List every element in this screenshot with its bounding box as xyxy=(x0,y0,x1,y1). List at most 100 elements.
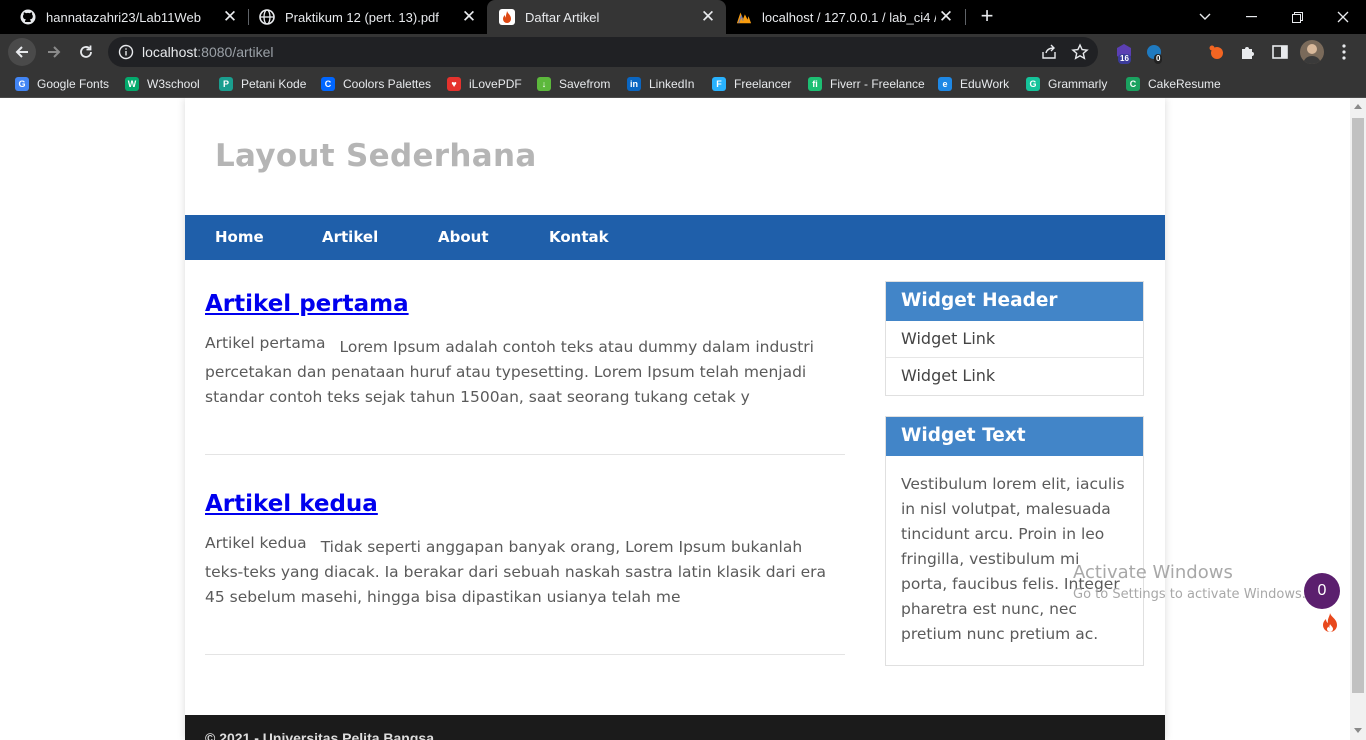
forward-button[interactable] xyxy=(40,38,68,66)
bookmark-savefrom[interactable]: ↓ Savefrom xyxy=(537,76,610,92)
extension-icon[interactable]: 16 xyxy=(1114,42,1134,64)
extension-icon[interactable]: 0 xyxy=(1144,42,1164,64)
nav-home-link[interactable]: Home xyxy=(215,228,264,246)
github-icon xyxy=(20,9,36,25)
notification-bubble[interactable]: 0 xyxy=(1304,573,1340,609)
codeigniter-icon xyxy=(499,9,515,25)
article-entry: Artikel kedua Artikel kedua Tidak seperti… xyxy=(205,491,845,610)
flame-icon[interactable] xyxy=(1320,612,1340,639)
tab-search-button[interactable] xyxy=(1182,0,1228,34)
page-scrollbar[interactable] xyxy=(1350,98,1366,740)
linkedin-icon: in xyxy=(627,77,641,91)
fiverr-icon: fi xyxy=(808,77,822,91)
reload-button[interactable] xyxy=(72,38,100,66)
savefrom-icon: ↓ xyxy=(537,77,551,91)
site-title: Layout Sederhana xyxy=(215,138,537,174)
address-bar[interactable]: localhost:8080/artikel xyxy=(108,37,1098,67)
new-tab-button[interactable]: + xyxy=(976,5,998,27)
share-icon[interactable] xyxy=(1040,43,1058,66)
chevron-down-icon xyxy=(1199,13,1211,20)
bookmark-eduwork[interactable]: e EduWork xyxy=(938,76,1009,92)
site-footer: © 2021 - Universitas Pelita Bangsa xyxy=(185,715,1165,740)
bookmark-fiverr[interactable]: fi Fiverr - Freelance xyxy=(808,76,925,92)
article-image-alt: Artikel kedua xyxy=(205,534,307,552)
extension-badge: 0 xyxy=(1154,54,1163,64)
url-text[interactable]: localhost:8080/artikel xyxy=(142,44,274,60)
google-fonts-icon: G xyxy=(15,77,29,91)
side-panel-icon[interactable] xyxy=(1270,42,1290,62)
broken-image-icon: Artikel pertama xyxy=(205,334,325,352)
widget-header: Widget Text xyxy=(886,417,1143,456)
star-icon[interactable] xyxy=(1071,43,1089,66)
widget-header: Widget Header xyxy=(886,282,1143,321)
article-body: Artikel pertama Lorem Ipsum adalah contoh… xyxy=(205,334,845,410)
globe-icon xyxy=(259,9,275,25)
bookmark-grammarly[interactable]: G Grammarly xyxy=(1026,76,1107,92)
bookmark-w3school[interactable]: W W3school xyxy=(125,76,200,92)
cakeresume-icon: C xyxy=(1126,77,1140,91)
avatar[interactable] xyxy=(1300,40,1324,64)
article-title-link[interactable]: Artikel pertama xyxy=(205,291,845,317)
widget-link[interactable]: Widget Link xyxy=(886,358,1143,395)
close-icon xyxy=(1337,11,1349,23)
nav-artikel-link[interactable]: Artikel xyxy=(322,228,378,246)
arrow-right-icon xyxy=(48,46,61,58)
minimize-icon xyxy=(1245,16,1257,18)
arrow-left-icon xyxy=(15,46,28,58)
bookmark-ilovepdf[interactable]: ♥ iLovePDF xyxy=(447,76,522,92)
minimize-button[interactable] xyxy=(1228,0,1274,34)
broken-image-icon: Artikel kedua xyxy=(205,534,307,552)
grammarly-icon: G xyxy=(1026,77,1040,91)
scroll-down-icon[interactable] xyxy=(1354,728,1362,733)
scrollbar-thumb[interactable] xyxy=(1352,118,1364,693)
restore-button[interactable] xyxy=(1274,0,1320,34)
bookmark-freelancer[interactable]: F Freelancer xyxy=(712,76,791,92)
widget-link[interactable]: Widget Link xyxy=(886,321,1143,358)
tab-title: localhost / 127.0.0.1 / lab_ci4 / ar xyxy=(762,9,936,25)
bookmark-google-fonts[interactable]: G Google Fonts xyxy=(15,76,109,92)
main-nav: Home Artikel About Kontak xyxy=(185,215,1165,260)
tab-github[interactable]: hannatazahri23/Lab11Web ✕ xyxy=(0,0,248,34)
scroll-up-icon[interactable] xyxy=(1354,104,1362,109)
reload-icon xyxy=(80,45,92,58)
back-button[interactable] xyxy=(8,38,36,66)
tab-pdf[interactable]: Praktikum 12 (pert. 13).pdf ✕ xyxy=(249,0,487,34)
petani-kode-icon: P xyxy=(219,77,233,91)
tab-title: Daftar Artikel xyxy=(525,9,600,25)
widget-links: Widget Header Widget Link Widget Link xyxy=(885,281,1144,396)
article-title-link[interactable]: Artikel kedua xyxy=(205,491,845,517)
article-divider xyxy=(205,454,845,455)
close-icon[interactable]: ✕ xyxy=(936,7,956,27)
article-image-alt: Artikel pertama xyxy=(205,334,326,352)
info-icon[interactable] xyxy=(118,44,134,65)
bookmark-petani-kode[interactable]: P Petani Kode xyxy=(219,76,306,92)
widget-text-body: Vestibulum lorem elit, iaculis in nisl v… xyxy=(901,475,1125,643)
footer-text: © 2021 - Universitas Pelita Bangsa xyxy=(205,730,434,740)
restore-icon xyxy=(1291,11,1303,23)
nav-kontak-link[interactable]: Kontak xyxy=(549,228,609,246)
watermark-title: Activate Windows xyxy=(1073,562,1233,583)
tab-phpmyadmin[interactable]: localhost / 127.0.0.1 / lab_ci4 / ar ✕ xyxy=(726,0,964,34)
browser-toolbar: localhost:8080/artikel 16 0 xyxy=(0,34,1366,70)
bookmarks-bar: G Google Fonts W W3school P Petani Kode C Co… xyxy=(0,70,1366,98)
article-divider xyxy=(205,654,845,655)
tab-daftar-artikel[interactable]: Daftar Artikel ✕ xyxy=(487,0,726,34)
nav-about-link[interactable]: About xyxy=(438,228,489,246)
tab-divider xyxy=(965,9,966,25)
browser-tab-strip: hannatazahri23/Lab11Web ✕ Praktikum 12 (… xyxy=(0,0,1366,34)
close-icon[interactable]: ✕ xyxy=(220,7,240,27)
close-icon[interactable]: ✕ xyxy=(698,7,718,27)
activate-windows-watermark: Activate Windows Go to Settings to activ… xyxy=(1073,562,1306,602)
coolors-icon: C xyxy=(321,77,335,91)
bookmark-coolors[interactable]: C Coolors Palettes xyxy=(321,76,431,92)
extension-icon[interactable] xyxy=(1206,42,1226,62)
article-body: Artikel kedua Tidak seperti anggapan bany… xyxy=(205,534,845,610)
menu-icon[interactable] xyxy=(1334,42,1354,62)
bookmark-cakeresume[interactable]: C CakeResume xyxy=(1126,76,1221,92)
bookmark-linkedin[interactable]: in LinkedIn xyxy=(627,76,694,92)
close-window-button[interactable] xyxy=(1320,0,1366,34)
extensions-puzzle-icon[interactable] xyxy=(1238,42,1258,62)
close-icon[interactable]: ✕ xyxy=(459,7,479,27)
page-container: Layout Sederhana Home Artikel About Kont… xyxy=(185,98,1165,740)
article-entry: Artikel pertama Artikel pertama Lorem Ips… xyxy=(205,291,845,410)
